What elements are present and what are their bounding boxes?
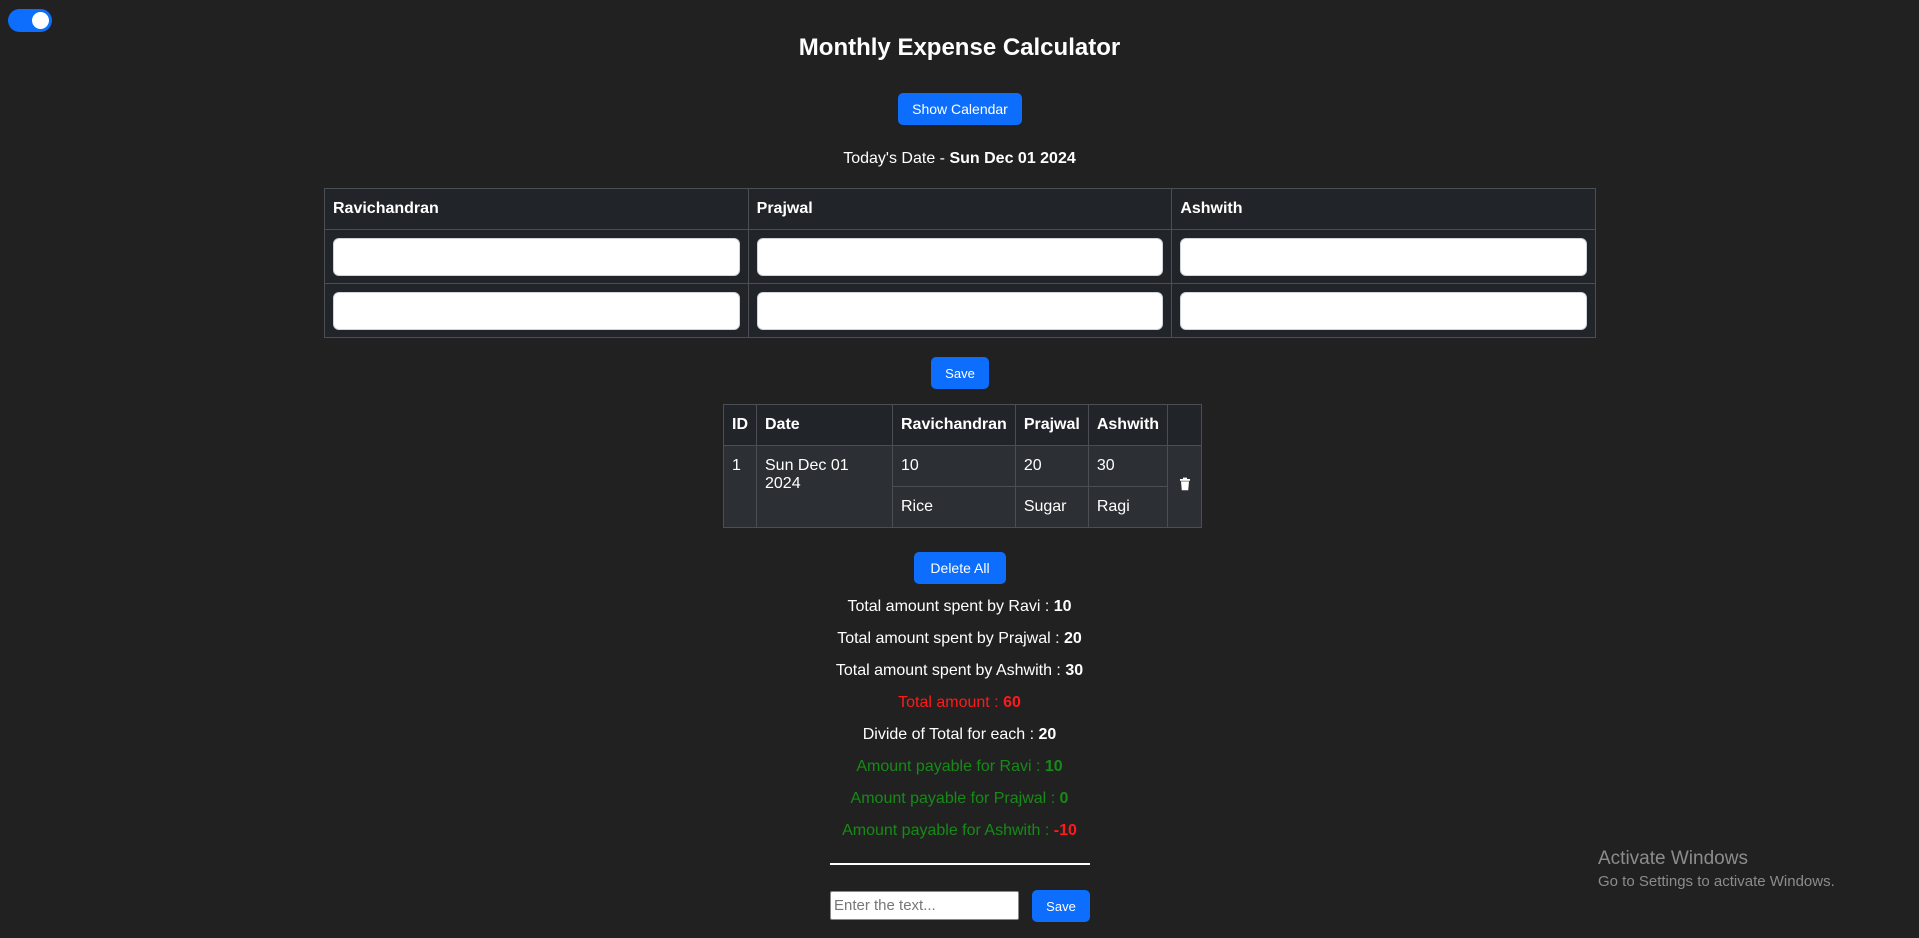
windows-activation-watermark: Activate Windows Go to Settings to activ… <box>1598 848 1835 890</box>
payable-ashwith-label: Amount payable for Ashwith : <box>842 822 1054 839</box>
date-value: Sun Dec 01 2024 <box>949 150 1076 167</box>
prajwal-item-input[interactable] <box>756 291 1164 330</box>
ravichandran-amount-input[interactable] <box>333 237 740 276</box>
record-amount-ashwith: 30 <box>1087 445 1169 487</box>
summary-total-value: 60 <box>1003 694 1021 711</box>
payable-ravi-value: 10 <box>1044 758 1063 775</box>
trash-icon[interactable] <box>1178 477 1192 491</box>
payable-prajwal-value: 0 <box>1059 790 1069 807</box>
amount-input-row <box>324 229 1596 284</box>
page-title: Monthly Expense Calculator <box>798 34 1121 61</box>
record-item-prajwal: Sugar <box>1014 486 1089 528</box>
expense-summary: Total amount spent by Ravi : 10 Total am… <box>0 596 1919 852</box>
payable-prajwal-label: Amount payable for Prajwal : <box>850 790 1060 807</box>
show-calendar-button[interactable]: Show Calendar <box>898 93 1022 125</box>
input-column-ravichandran: Ravichandran <box>324 188 749 230</box>
summary-total: Total amount : 60 <box>0 692 1919 724</box>
delete-all-button[interactable]: Delete All <box>914 552 1006 584</box>
expense-input-table: Ravichandran Prajwal Ashwith <box>324 188 1596 338</box>
record-item-ravichandran: Rice <box>892 486 1016 528</box>
summary-payable-prajwal: Amount payable for Prajwal : 0 <box>0 788 1919 820</box>
record-id: 1 <box>723 445 757 528</box>
summary-total-label: Total amount : <box>898 694 1004 711</box>
header-actions <box>1167 404 1203 446</box>
ashwith-item-input[interactable] <box>1180 291 1587 330</box>
payable-ravi-label: Amount payable for Ravi : <box>856 758 1045 775</box>
table-row: 1 Sun Dec 01 2024 10 20 30 <box>723 445 1203 528</box>
record-amount-ravichandran: 10 <box>892 445 1016 487</box>
input-column-prajwal: Prajwal <box>747 188 1173 230</box>
ashwith-amount-input[interactable] <box>1180 237 1587 276</box>
summary-prajwal: Total amount spent by Prajwal : 20 <box>0 628 1919 660</box>
record-amount-prajwal: 20 <box>1014 445 1089 487</box>
ravichandran-item-input[interactable] <box>333 291 740 330</box>
summary-prajwal-value: 20 <box>1063 630 1082 647</box>
header-id: ID <box>723 404 757 446</box>
note-text-input[interactable] <box>830 891 1019 920</box>
save-note-button[interactable]: Save <box>1032 890 1090 922</box>
header-date: Date <box>756 404 893 446</box>
summary-divide-value: 20 <box>1038 726 1057 743</box>
summary-ashwith-label: Total amount spent by Ashwith : <box>835 662 1066 679</box>
summary-ravi: Total amount spent by Ravi : 10 <box>0 596 1919 628</box>
expense-records-table: ID Date Ravichandran Prajwal Ashwith 1 S… <box>723 404 1203 528</box>
watermark-title: Activate Windows <box>1598 848 1748 869</box>
page: Monthly Expense Calculator Show Calendar… <box>0 0 1919 938</box>
record-date: Sun Dec 01 2024 <box>756 445 893 528</box>
summary-ashwith-value: 30 <box>1065 662 1084 679</box>
payable-ashwith-value: -10 <box>1053 822 1077 839</box>
toggle-knob <box>32 12 49 29</box>
summary-divide: Divide of Total for each : 20 <box>0 724 1919 756</box>
summary-prajwal-label: Total amount spent by Prajwal : <box>837 630 1064 647</box>
record-item-ashwith: Ragi <box>1087 486 1169 528</box>
theme-toggle-switch[interactable] <box>8 9 52 32</box>
record-actions <box>1167 445 1203 528</box>
header-prajwal: Prajwal <box>1014 404 1089 446</box>
watermark-subtitle: Go to Settings to activate Windows. <box>1598 873 1835 890</box>
todays-date: Today's Date - Sun Dec 01 2024 <box>0 150 1919 168</box>
divider <box>830 863 1090 865</box>
summary-ravi-label: Total amount spent by Ravi : <box>847 598 1054 615</box>
summary-divide-label: Divide of Total for each : <box>862 726 1039 743</box>
input-column-ashwith: Ashwith <box>1171 188 1596 230</box>
save-expenses-button[interactable]: Save <box>931 357 989 389</box>
prajwal-amount-input[interactable] <box>756 237 1164 276</box>
header-ravichandran: Ravichandran <box>892 404 1016 446</box>
header-ashwith: Ashwith <box>1087 404 1169 446</box>
summary-ashwith: Total amount spent by Ashwith : 30 <box>0 660 1919 692</box>
date-label: Today's Date - <box>843 150 950 167</box>
summary-ravi-value: 10 <box>1053 598 1072 615</box>
summary-payable-ravi: Amount payable for Ravi : 10 <box>0 756 1919 788</box>
item-input-row <box>324 283 1596 338</box>
